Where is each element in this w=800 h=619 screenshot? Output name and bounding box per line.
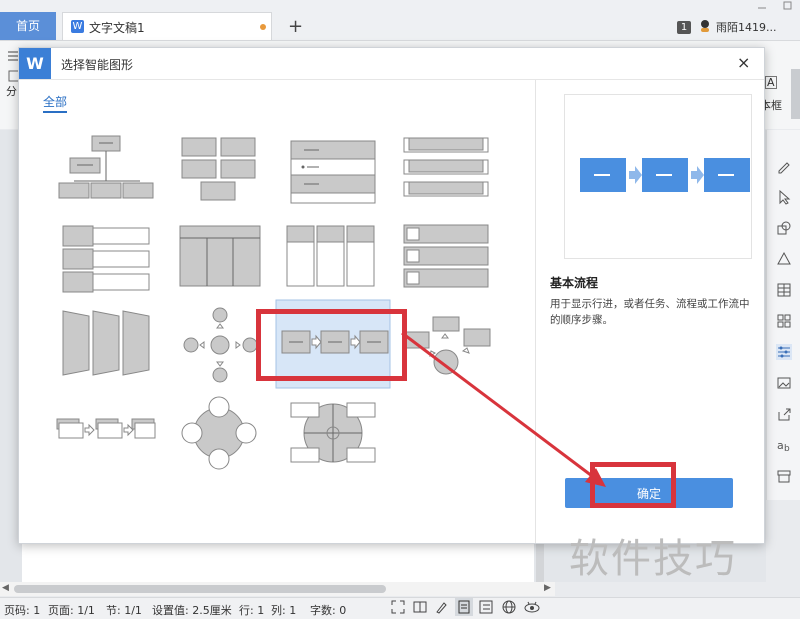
watermark-text: 软件技巧 — [569, 536, 737, 582]
